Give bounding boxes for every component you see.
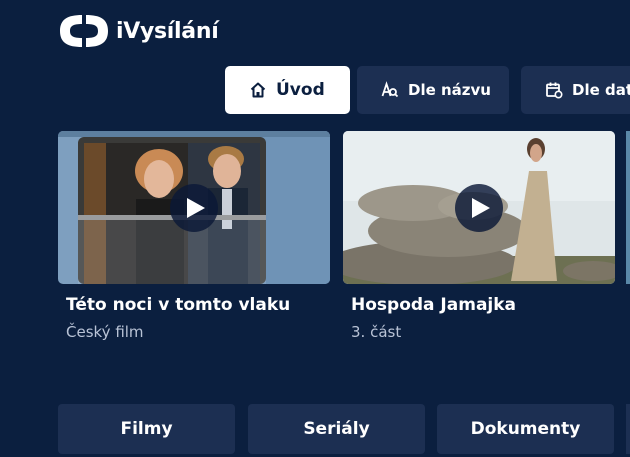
genre-serialy-button[interactable]: Seriály	[248, 404, 425, 454]
logo-text: iVysílání	[116, 18, 219, 44]
tab-uvod-label: Úvod	[276, 80, 325, 100]
search-by-name-icon	[381, 81, 399, 98]
card-subtitle: Český film	[66, 323, 144, 341]
tab-dle-nazvu[interactable]: Dle názvu	[357, 66, 509, 114]
play-button[interactable]	[455, 184, 503, 232]
tab-dle-data[interactable]: Dle data	[521, 66, 630, 114]
thumbnail[interactable]	[58, 131, 330, 284]
ivysilani-logo[interactable]: iVysílání	[58, 13, 219, 49]
card-title[interactable]: Této noci v tomto vlaku	[66, 295, 330, 315]
genre-filmy-button[interactable]: Filmy	[58, 404, 235, 454]
tab-dle-data-label: Dle data	[572, 81, 630, 99]
play-icon	[472, 198, 490, 218]
ct-logo-icon	[60, 15, 108, 47]
featured-card[interactable]: Této noci v tomto vlaku Český film	[58, 131, 330, 341]
next-genre-peek[interactable]	[626, 404, 630, 454]
tab-dle-nazvu-label: Dle názvu	[408, 81, 491, 99]
card-subtitle: 3. část	[351, 323, 402, 341]
calendar-icon	[546, 82, 563, 99]
thumbnail[interactable]	[343, 131, 615, 284]
tab-uvod[interactable]: Úvod	[225, 66, 350, 114]
next-card-peek[interactable]	[626, 131, 630, 284]
card-title[interactable]: Hospoda Jamajka	[351, 295, 615, 315]
featured-card[interactable]: Hospoda Jamajka 3. část	[343, 131, 615, 341]
genre-dokumenty-button[interactable]: Dokumenty	[437, 404, 614, 454]
play-button[interactable]	[170, 184, 218, 232]
home-icon	[250, 82, 266, 98]
play-icon	[187, 198, 205, 218]
